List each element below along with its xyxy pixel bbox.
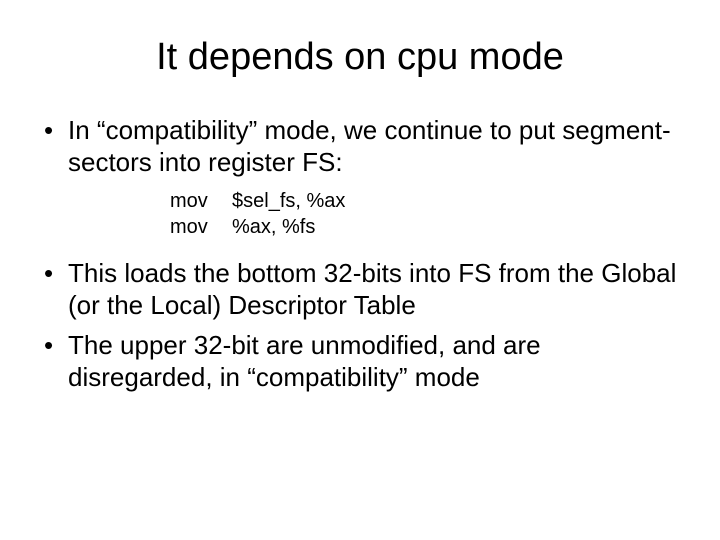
code-line: mov%ax, %fs: [170, 214, 680, 240]
bullet-item: In “compatibility” mode, we continue to …: [40, 115, 680, 178]
code-operands: $sel_fs, %ax: [232, 190, 345, 212]
code-block: mov$sel_fs, %ax mov%ax, %fs: [170, 188, 680, 240]
slide: It depends on cpu mode In “compatibility…: [0, 0, 720, 540]
bullet-list: This loads the bottom 32-bits into FS fr…: [40, 258, 680, 393]
code-line: mov$sel_fs, %ax: [170, 188, 680, 214]
bullet-list: In “compatibility” mode, we continue to …: [40, 115, 680, 178]
slide-title: It depends on cpu mode: [40, 36, 680, 79]
code-mnemonic: mov: [170, 188, 232, 214]
code-operands: %ax, %fs: [232, 216, 315, 238]
code-mnemonic: mov: [170, 214, 232, 240]
bullet-item: This loads the bottom 32-bits into FS fr…: [40, 258, 680, 321]
bullet-item: The upper 32-bit are unmodified, and are…: [40, 330, 680, 393]
